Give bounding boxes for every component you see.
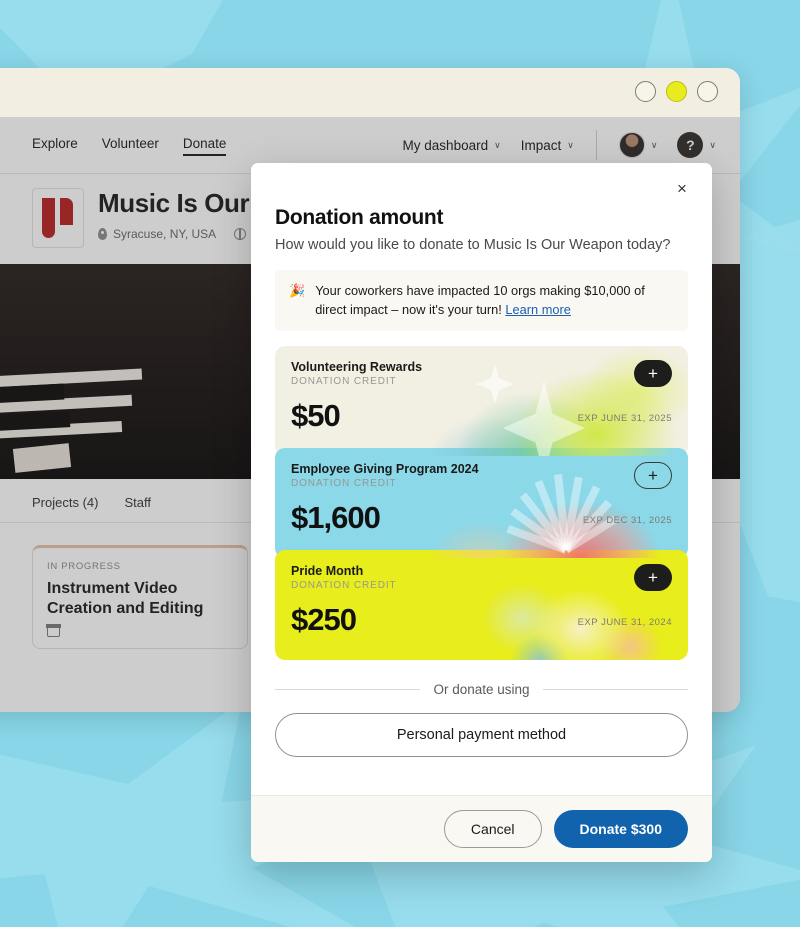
chevron-down-icon: ∨: [567, 139, 574, 150]
credit-card-name: Employee Giving Program 2024: [291, 462, 479, 477]
nav-item-my-dashboard-label: My dashboard: [402, 137, 489, 153]
nav-divider: [595, 130, 597, 160]
impact-banner-text: Your coworkers have impacted 10 orgs mak…: [315, 283, 645, 317]
desktop-background: Explore Volunteer Donate My dashboard ∨ …: [0, 0, 800, 927]
avatar: [618, 132, 645, 158]
credit-card-volunteering-rewards[interactable]: + Volunteering Rewards DONATION CREDIT $…: [275, 346, 688, 457]
add-credit-button[interactable]: +: [634, 564, 672, 592]
credit-card-kind: DONATION CREDIT: [291, 580, 397, 592]
calendar-icon: [46, 624, 61, 637]
impact-banner-text-wrap: Your coworkers have impacted 10 orgs mak…: [315, 282, 674, 319]
close-window-button[interactable]: [635, 81, 656, 102]
window-traffic-lights[interactable]: [635, 81, 718, 102]
divider-label: Or donate using: [433, 682, 530, 698]
modal-footer: Cancel Donate $300: [251, 795, 712, 862]
chevron-down-icon: ∨: [494, 139, 501, 150]
donation-amount-modal: × Donation amount How would you like to …: [251, 163, 712, 862]
personal-payment-method-button[interactable]: Personal payment method: [275, 713, 688, 758]
divider-line: [542, 689, 688, 691]
or-donate-using-divider: Or donate using: [275, 682, 688, 697]
nav-item-impact-label: Impact: [520, 137, 562, 153]
nav-item-explore[interactable]: Explore: [32, 136, 78, 154]
nav-item-my-dashboard[interactable]: My dashboard ∨: [403, 138, 501, 153]
organization-location: Syracuse, NY, USA: [98, 227, 216, 241]
modal-title: Donation amount: [275, 206, 444, 229]
maximize-window-button[interactable]: [697, 81, 718, 102]
project-title: Instrument Video Creation and Editing: [47, 580, 204, 617]
credit-card-name: Volunteering Rewards: [291, 360, 423, 375]
modal-subtitle: How would you like to donate to Music Is…: [275, 237, 671, 253]
primary-nav: Explore Volunteer Donate: [32, 136, 226, 156]
credit-card-expiry: EXP JUNE 31, 2024: [577, 617, 672, 629]
window-titlebar: [0, 68, 740, 117]
credit-card-employee-giving-program[interactable]: + Employee Giving Program 2024 DONATION …: [275, 448, 688, 559]
chevron-down-icon: ∨: [709, 139, 716, 150]
nav-item-impact[interactable]: Impact ∨: [521, 138, 574, 153]
donate-button[interactable]: Donate $300: [553, 810, 688, 848]
location-pin-icon: [98, 228, 107, 240]
tab-staff[interactable]: Staff: [124, 495, 151, 510]
chevron-down-icon: ∨: [650, 139, 658, 150]
divider-line: [275, 689, 421, 691]
credit-card-expiry: EXP DEC 31, 2025: [582, 515, 672, 527]
cancel-button[interactable]: Cancel: [443, 810, 542, 848]
credit-card-kind: DONATION CREDIT: [291, 376, 397, 388]
piano-key: [12, 443, 72, 473]
secondary-nav: My dashboard ∨ Impact ∨ ∨ ? ∨: [403, 130, 716, 160]
party-popper-icon: 🎉: [289, 283, 306, 298]
close-icon[interactable]: ×: [669, 176, 695, 202]
credit-card-name: Pride Month: [291, 564, 364, 579]
project-card[interactable]: IN PROGRESS Instrument Video Creation an…: [32, 545, 248, 649]
help-menu[interactable]: ? ∨: [677, 132, 716, 158]
add-credit-button[interactable]: +: [634, 360, 672, 388]
credit-card-kind: DONATION CREDIT: [291, 478, 397, 490]
modal-body: × Donation amount How would you like to …: [251, 163, 712, 795]
credit-card-expiry: EXP JUNE 31, 2025: [577, 413, 672, 425]
globe-icon: [234, 227, 247, 240]
user-menu[interactable]: ∨: [618, 132, 658, 158]
credit-card-pride-month[interactable]: + Pride Month DONATION CREDIT $250 EXP J…: [275, 550, 688, 661]
nav-item-volunteer[interactable]: Volunteer: [102, 136, 159, 154]
question-mark-icon: ?: [677, 132, 704, 158]
donation-credit-cards: + Volunteering Rewards DONATION CREDIT $…: [275, 346, 688, 661]
organization-location-label: Syracuse, NY, USA: [113, 227, 217, 241]
organization-logo-icon: [32, 188, 84, 248]
nav-item-donate[interactable]: Donate: [182, 136, 226, 156]
add-credit-button[interactable]: +: [634, 462, 672, 490]
status-badge: IN PROGRESS: [47, 561, 121, 572]
learn-more-link[interactable]: Learn more: [505, 302, 570, 317]
minimize-window-button[interactable]: [666, 81, 687, 102]
tab-projects[interactable]: Projects (4): [32, 495, 98, 510]
impact-banner: 🎉 Your coworkers have impacted 10 orgs m…: [275, 270, 688, 332]
